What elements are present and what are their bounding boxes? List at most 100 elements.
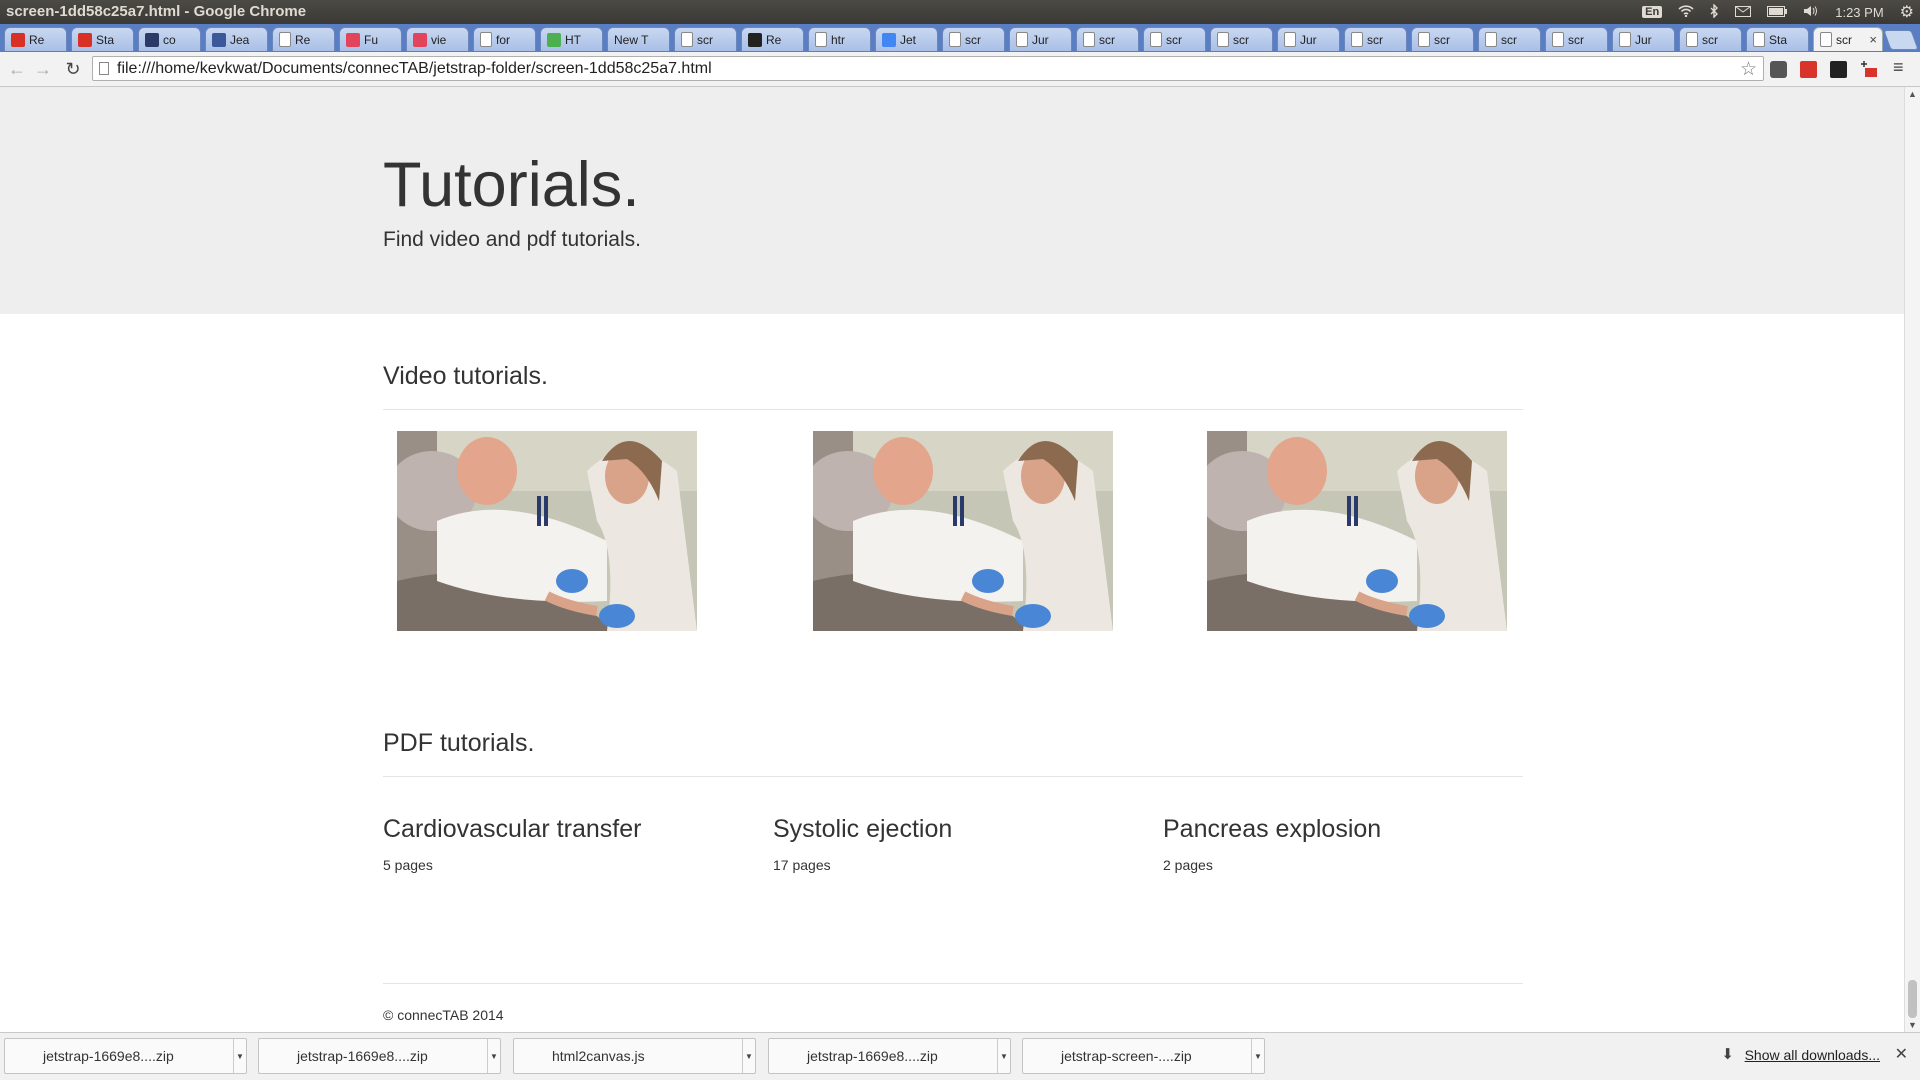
download-menu-arrow-icon[interactable]: ▼ (233, 1039, 246, 1073)
page-viewport: Tutorials. Find video and pdf tutorials.… (0, 87, 1904, 1032)
chrome-menu-icon[interactable]: ≡ (1893, 57, 1910, 77)
scroll-up-arrow-icon[interactable]: ▲ (1908, 89, 1917, 99)
volume-icon[interactable] (1803, 5, 1819, 20)
browser-tab[interactable]: Jur (1009, 27, 1072, 51)
footer-divider (383, 983, 1523, 984)
video-thumbnail[interactable] (397, 431, 697, 631)
page-title: Tutorials. (383, 150, 640, 220)
address-bar[interactable]: file:///home/kevkwat/Documents/connecTAB… (92, 56, 1764, 81)
download-menu-arrow-icon[interactable]: ▼ (997, 1039, 1010, 1073)
video-section-title: Video tutorials. (383, 362, 548, 390)
browser-tab[interactable]: New T (607, 27, 670, 51)
browser-tab[interactable]: scr (1344, 27, 1407, 51)
page-icon (1351, 32, 1363, 47)
browser-tab-active[interactable]: scr × (1813, 27, 1883, 51)
browser-tab[interactable]: vie (406, 27, 469, 51)
video-thumbnail[interactable] (813, 431, 1113, 631)
tab-label: scr (1501, 32, 1517, 47)
browser-tab[interactable]: for (473, 27, 536, 51)
browser-tab[interactable]: scr (1411, 27, 1474, 51)
address-bar-url[interactable]: file:///home/kevkwat/Documents/connecTAB… (117, 60, 712, 78)
browser-tab[interactable]: scr (1679, 27, 1742, 51)
tab-label: scr (1568, 32, 1584, 47)
browser-tab[interactable]: scr (942, 27, 1005, 51)
show-all-downloads-link[interactable]: Show all downloads... (1745, 1047, 1880, 1063)
tab-label: Re (295, 32, 311, 47)
download-filename[interactable]: jetstrap-1669e8....zip (43, 1048, 174, 1064)
browser-tab[interactable]: Fu (339, 27, 402, 51)
pdf-item[interactable]: Cardiovascular transfer 5 pages (383, 815, 641, 873)
reload-icon[interactable]: ↻ (62, 58, 84, 80)
browser-tab[interactable]: Sta (1746, 27, 1809, 51)
download-filename[interactable]: jetstrap-1669e8....zip (297, 1048, 428, 1064)
page-subtitle: Find video and pdf tutorials. (383, 228, 641, 251)
scrollbar-thumb[interactable] (1908, 980, 1917, 1018)
download-filename[interactable]: html2canvas.js (552, 1048, 645, 1064)
browser-tab[interactable]: htr (808, 27, 871, 51)
browser-tab[interactable]: scr (1478, 27, 1541, 51)
clock[interactable]: 1:23 PM (1835, 5, 1883, 20)
browser-tab[interactable]: scr (674, 27, 737, 51)
wifi-icon[interactable] (1678, 4, 1694, 20)
vertical-scrollbar[interactable]: ▲ ▼ (1904, 87, 1920, 1032)
browser-tab[interactable]: Jet (875, 27, 938, 51)
browser-tab[interactable]: HT (540, 27, 603, 51)
bluetooth-icon[interactable] (1710, 2, 1719, 21)
download-menu-arrow-icon[interactable]: ▼ (487, 1039, 500, 1073)
keyboard-layout-indicator[interactable]: En (1642, 6, 1663, 18)
browser-tab[interactable]: Re (272, 27, 335, 51)
on-badge-extension-icon[interactable] (1860, 61, 1877, 78)
browser-tab[interactable]: Jur (1277, 27, 1340, 51)
pdf-title[interactable]: Cardiovascular transfer (383, 815, 641, 844)
settings-gear-icon[interactable]: ⚙ (1900, 2, 1914, 22)
tab-label: scr (1702, 32, 1718, 47)
download-filename[interactable]: jetstrap-screen-....zip (1061, 1048, 1192, 1064)
bookmark-star-icon[interactable]: ☆ (1740, 58, 1757, 81)
browser-tab[interactable]: Jea (205, 27, 268, 51)
terminal-extension-icon[interactable] (1830, 61, 1847, 78)
system-tray: En 1:23 PM ⚙ (1642, 0, 1920, 24)
download-menu-arrow-icon[interactable]: ▼ (742, 1039, 755, 1073)
download-item[interactable]: jetstrap-screen-....zip ▼ (1022, 1038, 1265, 1074)
back-arrow-icon[interactable]: ← (6, 58, 28, 80)
browser-tab[interactable]: Re (741, 27, 804, 51)
tab-label: Fu (364, 32, 379, 47)
tab-close-icon[interactable]: × (1869, 32, 1877, 47)
browser-toolbar: ← → ↻ file:///home/kevkwat/Documents/con… (0, 52, 1920, 87)
mail-icon[interactable] (1735, 5, 1752, 20)
download-item[interactable]: jetstrap-1669e8....zip ▼ (4, 1038, 247, 1074)
download-item[interactable]: html2canvas.js ▼ (513, 1038, 756, 1074)
pdf-item[interactable]: Systolic ejection 17 pages (773, 815, 952, 873)
scroll-down-arrow-icon[interactable]: ▼ (1908, 1020, 1917, 1030)
video-thumbnail[interactable] (1207, 431, 1507, 631)
forward-arrow-icon[interactable]: → (32, 58, 54, 80)
pocket-extension-icon[interactable] (1770, 61, 1787, 78)
pdf-section-divider (383, 776, 1523, 777)
s-icon (346, 32, 360, 47)
browser-tab[interactable]: scr (1545, 27, 1608, 51)
browser-tab[interactable]: Re (4, 27, 67, 51)
pdf-page-count: 2 pages (1163, 857, 1213, 873)
tab-label: scr (1099, 32, 1115, 47)
browser-tab[interactable]: Sta (71, 27, 134, 51)
red-extension-icon[interactable] (1800, 61, 1817, 78)
download-filename[interactable]: jetstrap-1669e8....zip (807, 1048, 938, 1064)
close-icon[interactable]: ✕ (1895, 1044, 1908, 1064)
browser-tab[interactable]: Jur (1612, 27, 1675, 51)
pdf-item[interactable]: Pancreas explosion 2 pages (1163, 815, 1381, 873)
download-item[interactable]: jetstrap-1669e8....zip ▼ (768, 1038, 1011, 1074)
tab-label: htr (831, 32, 846, 47)
browser-tab[interactable]: scr (1210, 27, 1273, 51)
globe-icon (145, 32, 159, 47)
new-tab-button[interactable] (1883, 30, 1919, 50)
browser-tab[interactable]: scr (1076, 27, 1139, 51)
pdf-title[interactable]: Systolic ejection (773, 815, 952, 844)
battery-icon[interactable] (1767, 5, 1788, 20)
pdf-title[interactable]: Pancreas explosion (1163, 815, 1381, 844)
browser-tab[interactable]: co (138, 27, 201, 51)
download-menu-arrow-icon[interactable]: ▼ (1251, 1039, 1264, 1073)
download-item[interactable]: jetstrap-1669e8....zip ▼ (258, 1038, 501, 1074)
page-icon (1552, 32, 1564, 47)
tab-label: co (163, 32, 176, 47)
browser-tab[interactable]: scr (1143, 27, 1206, 51)
